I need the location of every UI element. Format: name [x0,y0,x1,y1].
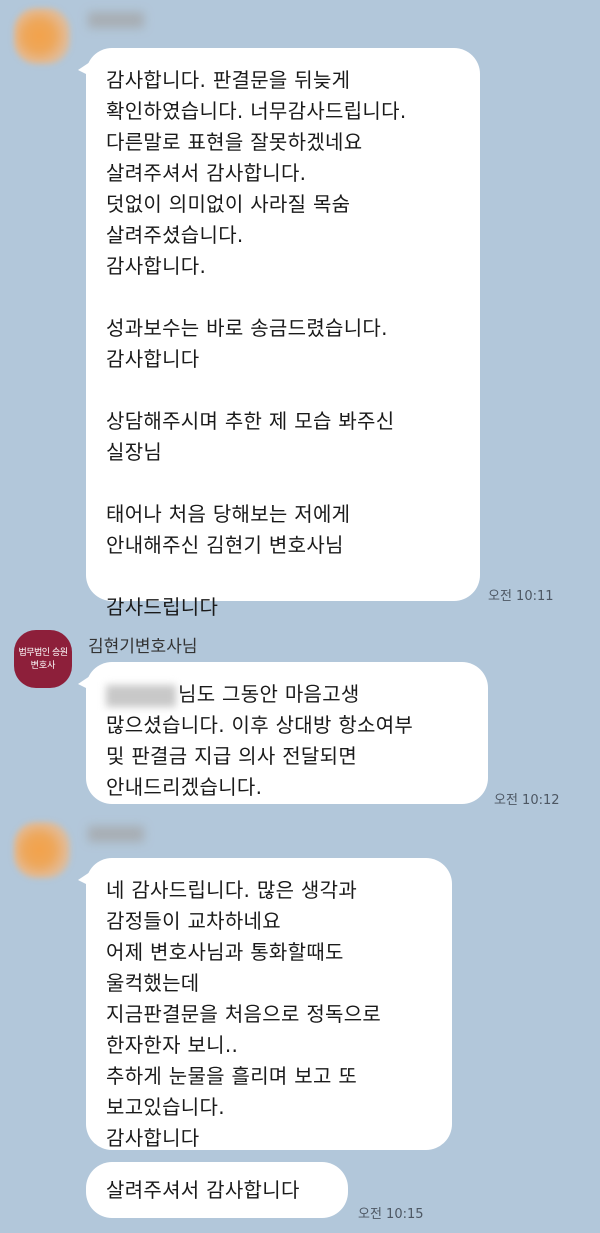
message-line: 감정들이 교차하네요 [106,909,281,933]
message-line: 확인하였습니다. 너무감사드립니다. [106,99,407,123]
message-line: 어제 변호사님과 통화할때도 [106,940,344,964]
redacted-name [106,684,176,707]
message-line: 및 판결금 지급 의사 전달되면 [106,744,358,768]
message-line: 한자한자 보니.. [106,1033,239,1057]
sender-avatar[interactable] [14,822,70,878]
message-line: 감사합니다. 판결문을 뒤늦게 [106,68,351,92]
sender-name [88,826,144,842]
message-line [106,561,460,592]
message-line: 안내드리겠습니다. [106,775,263,799]
message-bubble[interactable]: 살려주셔서 감사합니다 [86,1162,348,1218]
sender-avatar[interactable] [14,8,70,64]
message-bubble[interactable]: 네 감사드립니다. 많은 생각과 감정들이 교차하네요 어제 변호사님과 통화할… [78,858,452,1150]
message-line: 감사합니다 [106,347,200,371]
message-line: 감사합니다 [106,1126,200,1150]
message-timestamp: 오전 10:15 [358,1207,424,1222]
message-bubble[interactable]: 감사합니다. 판결문을 뒤늦게 확인하였습니다. 너무감사드립니다. 다른말로 … [78,48,480,619]
message-line: 네 감사드립니다. 많은 생각과 [106,878,358,902]
lawyer-name: 김현기변호사님 [88,637,198,657]
message-line: 안내해주신 김현기 변호사님 [106,533,344,557]
message-bubble[interactable]: 님도 그동안 마음고생 많으셨습니다. 이후 상대방 항소여부 및 판결금 지급… [78,662,488,804]
message-line: 님도 그동안 마음고생 [106,679,468,710]
message-line [106,282,460,313]
message-line: 감사드립니다 [106,595,219,619]
firm-logo-subtext: 변호사 [30,660,56,671]
message-line: 살려주셔서 감사합니다 [106,1178,300,1202]
firm-logo-text: 법무법인 승원 [18,647,68,658]
message-line: 감사합니다. [106,254,207,278]
sender-name [88,12,144,28]
message-timestamp: 오전 10:11 [488,589,554,604]
message-line-text: 님도 그동안 마음고생 [178,682,360,706]
message-line: 많으셨습니다. 이후 상대방 항소여부 [106,713,414,737]
message-line: 상담해주시며 추한 제 모습 봐주신 [106,409,395,433]
message-line: 보고있습니다. [106,1095,225,1119]
message-line: 지금판결문을 처음으로 정독으로 [106,1002,382,1026]
message-line: 살려주셔서 감사합니다. [106,161,307,185]
message-line: 실장님 [106,440,163,464]
message-line: 성과보수는 바로 송금드렸습니다. [106,316,388,340]
message-line: 덧없이 의미없이 사라질 목숨 [106,192,351,216]
message-line: 다른말로 표현을 잘못하겠네요 [106,130,363,154]
message-line: 울컥했는데 [106,971,200,995]
message-line: 살려주셨습니다. [106,223,244,247]
message-timestamp: 오전 10:12 [494,793,560,808]
message-line [106,375,460,406]
message-line: 추하게 눈물을 흘리며 보고 또 [106,1064,358,1088]
message-line [106,468,460,499]
lawyer-avatar[interactable]: 법무법인 승원 변호사 [14,630,72,688]
message-line: 태어나 처음 당해보는 저에게 [106,502,351,526]
